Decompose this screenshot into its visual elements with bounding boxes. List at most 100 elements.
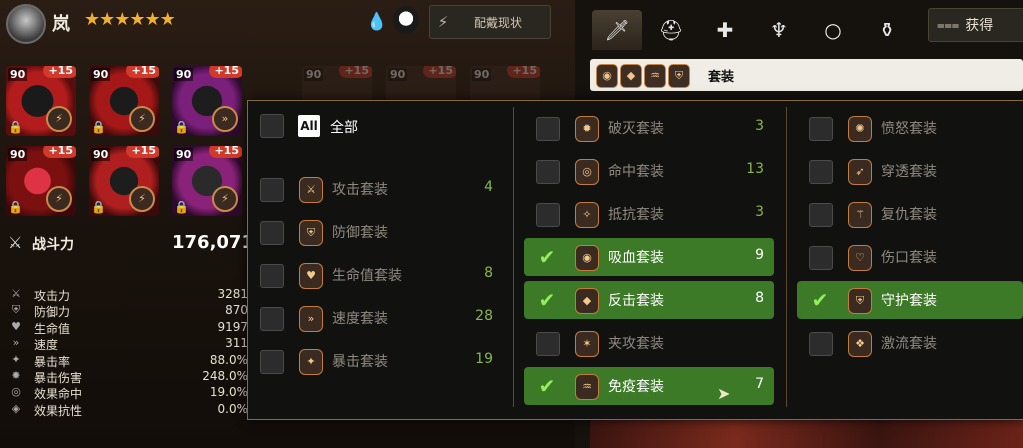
- set-filter-row[interactable]: ⚔ 攻击套装 4: [248, 170, 503, 208]
- set-checkbox[interactable]: [809, 160, 833, 184]
- stat-label: 暴击伤害: [34, 371, 83, 385]
- set-checkbox[interactable]: ✔: [536, 246, 558, 268]
- crossed-swords-icon: ⚔: [8, 233, 23, 252]
- set-label: 激流套装: [881, 336, 937, 352]
- tab-boots[interactable]: ⚱: [862, 10, 912, 50]
- sort-button[interactable]: ⩶ 获得: [928, 8, 1023, 42]
- set-checkbox[interactable]: [536, 203, 560, 227]
- set-label: 反击套装: [608, 293, 664, 309]
- lock-icon[interactable]: 🔒: [8, 120, 23, 134]
- hero-avatar[interactable]: [6, 4, 46, 44]
- set-checkbox[interactable]: [536, 160, 560, 184]
- set-filter-row[interactable]: ✧ 抵抗套装 3: [524, 195, 774, 233]
- equipment-slot[interactable]: 90 +15 🔒 ⚡: [89, 66, 159, 136]
- lock-icon[interactable]: 🔒: [91, 200, 106, 214]
- stat-row: ♥ 生命值 9197: [8, 320, 248, 337]
- set-checkbox[interactable]: [809, 117, 833, 141]
- set-filter-row[interactable]: ✹ 破灭套装 3: [524, 109, 774, 147]
- tab-ring[interactable]: ○: [808, 10, 858, 50]
- equipment-slot[interactable]: 90 +15 🔒 ⚡: [172, 146, 242, 216]
- column-divider: [513, 107, 514, 407]
- element-water-icon: 💧: [366, 12, 388, 32]
- set-filter-row[interactable]: ⚚ 复仇套装: [797, 195, 1023, 233]
- lock-icon[interactable]: 🔒: [91, 120, 106, 134]
- set-icon: ◆: [575, 288, 599, 314]
- combat-power-row: ⚔ 战斗力 176,071: [8, 232, 254, 256]
- tab-weapon[interactable]: 🗡: [592, 10, 642, 50]
- set-checkbox[interactable]: ✔: [809, 289, 831, 311]
- set-filter-row[interactable]: ➶ 穿透套装: [797, 152, 1023, 190]
- set-icon: ✹: [575, 116, 599, 142]
- equipment-slot[interactable]: 90 +15 🔒 ⚡: [6, 146, 76, 216]
- stat-label: 效果抗性: [34, 403, 83, 418]
- set-checkbox[interactable]: [260, 264, 284, 288]
- set-checkbox[interactable]: [260, 221, 284, 245]
- item-level: 90: [388, 68, 408, 81]
- tab-necklace[interactable]: ♆: [754, 10, 804, 50]
- lock-icon[interactable]: 🔒: [8, 200, 23, 214]
- set-count: 3: [755, 118, 764, 134]
- equip-status-label: 配戴现状: [474, 15, 523, 30]
- stat-value: 19.0%: [209, 385, 248, 400]
- set-label: 生命值套装: [332, 268, 402, 284]
- stat-label: 防御力: [34, 305, 71, 320]
- set-filter-row[interactable]: » 速度套装 28: [248, 299, 503, 337]
- selected-set-chip[interactable]: ⛨: [668, 64, 690, 88]
- set-checkbox[interactable]: [260, 350, 284, 374]
- set-icon: ⚚: [848, 202, 872, 228]
- set-filter-row[interactable]: ⛨ 防御套装: [248, 213, 503, 251]
- stat-row: ✦ 暴击率 88.0%: [8, 353, 248, 370]
- set-filter-row[interactable]: ✔ ♒ 免疫套装 7: [524, 367, 774, 405]
- set-icon: »: [299, 306, 323, 332]
- enhance-level-badge: +15: [126, 146, 159, 158]
- item-level: 90: [8, 68, 28, 81]
- enhance-level-badge: +15: [209, 66, 242, 78]
- set-icon: ♒: [575, 374, 599, 400]
- set-count: 7: [755, 376, 764, 392]
- set-icon: ◎: [575, 159, 599, 185]
- set-checkbox[interactable]: [260, 178, 284, 202]
- tab-armor[interactable]: ✚: [700, 10, 750, 50]
- set-filter-row[interactable]: ✶ 夹攻套装: [524, 324, 774, 362]
- selected-set-chip[interactable]: ◉: [596, 64, 618, 88]
- equipment-slot[interactable]: 90 +15 🔒 ⚡: [89, 146, 159, 216]
- equipment-slot[interactable]: 90 +15 🔒 »: [172, 66, 242, 136]
- set-checkbox[interactable]: [260, 307, 284, 331]
- filter-all-row[interactable]: All 全部: [248, 101, 508, 151]
- set-filter-row[interactable]: ✔ ⛨ 守护套装: [797, 281, 1023, 319]
- set-label: 免疫套装: [608, 379, 664, 395]
- lock-icon[interactable]: 🔒: [174, 200, 189, 214]
- stat-row: ✸ 暴击伤害 248.0%: [8, 369, 248, 386]
- set-checkbox[interactable]: [809, 332, 833, 356]
- stat-value: 3281: [217, 287, 248, 301]
- selected-set-chip[interactable]: ◆: [620, 64, 642, 88]
- stat-icon: ✸: [11, 369, 21, 382]
- all-checkbox[interactable]: [260, 114, 284, 138]
- set-filter-row[interactable]: ✔ ◉ 吸血套装 9: [524, 238, 774, 276]
- equip-status-button[interactable]: ⚡ 配戴现状: [429, 5, 551, 39]
- selected-set-chip[interactable]: ♒: [644, 64, 666, 88]
- stat-value: 88.0%: [209, 352, 248, 367]
- set-filter-row[interactable]: ✔ ◆ 反击套装 8: [524, 281, 774, 319]
- set-checkbox[interactable]: [536, 332, 560, 356]
- set-filter-row[interactable]: ❖ 激流套装: [797, 324, 1023, 362]
- set-label: 攻击套装: [332, 182, 388, 198]
- equipment-slot[interactable]: 90 +15 🔒 ⚡: [6, 66, 76, 136]
- lock-icon[interactable]: 🔒: [174, 120, 189, 134]
- set-checkbox[interactable]: [536, 117, 560, 141]
- set-checkbox[interactable]: [809, 246, 833, 270]
- set-filter-row[interactable]: ♥ 生命值套装 8: [248, 256, 503, 294]
- tab-helmet[interactable]: ⛑: [646, 10, 696, 50]
- set-filter-row[interactable]: ◎ 命中套装 13: [524, 152, 774, 190]
- set-icon: ♡: [848, 245, 872, 271]
- set-checkbox[interactable]: ✔: [536, 289, 558, 311]
- set-filter-row[interactable]: ✺ 愤怒套装: [797, 109, 1023, 147]
- set-checkbox[interactable]: ✔: [536, 375, 558, 397]
- set-filter-row[interactable]: ✦ 暴击套装 19: [248, 342, 503, 380]
- combat-power-value: 176,071: [172, 232, 254, 253]
- item-level: 90: [472, 68, 492, 81]
- set-filter-row[interactable]: ♡ 伤口套装: [797, 238, 1023, 276]
- set-checkbox[interactable]: [809, 203, 833, 227]
- set-icon: ⚡: [129, 106, 155, 132]
- selected-filter-bar[interactable]: ◉ ◆ ♒ ⛨ 套装: [590, 59, 1023, 91]
